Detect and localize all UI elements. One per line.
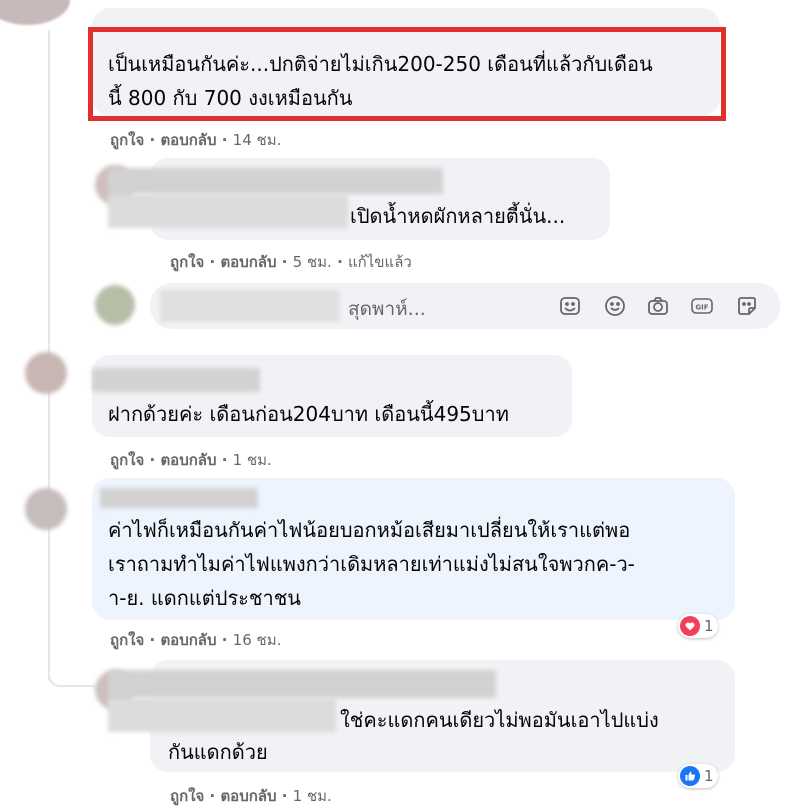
avatar[interactable] bbox=[25, 352, 67, 394]
author-name[interactable] bbox=[108, 670, 496, 698]
thread-curve bbox=[48, 640, 95, 687]
love-icon bbox=[680, 616, 700, 636]
like-link[interactable]: ถูกใจ bbox=[110, 451, 144, 469]
timestamp[interactable]: 5 ชม. bbox=[293, 253, 332, 271]
svg-text:GIF: GIF bbox=[695, 304, 708, 312]
timestamp[interactable]: 1 ชม. bbox=[293, 787, 332, 805]
sticker-icon[interactable] bbox=[558, 294, 582, 318]
separator: · bbox=[221, 131, 233, 149]
author-name[interactable] bbox=[100, 488, 258, 508]
author-name[interactable] bbox=[92, 368, 260, 392]
comment-meta: ถูกใจ · ตอบกลับ · 5 ชม. · แก้ไขแล้ว bbox=[170, 250, 412, 274]
comment-meta: ถูกใจ · ตอบกลับ · 1 ชม. bbox=[170, 784, 332, 808]
author-name-blur bbox=[108, 698, 336, 732]
separator: · bbox=[337, 253, 348, 271]
separator: · bbox=[209, 253, 221, 271]
separator: · bbox=[209, 787, 221, 805]
separator: · bbox=[149, 631, 161, 649]
separator: · bbox=[149, 131, 161, 149]
avatar-sticker-icon[interactable] bbox=[735, 294, 759, 318]
like-icon bbox=[680, 766, 700, 786]
separator: · bbox=[281, 253, 293, 271]
comment-meta: ถูกใจ · ตอบกลับ · 1 ชม. bbox=[110, 448, 272, 472]
like-link[interactable]: ถูกใจ bbox=[110, 131, 144, 149]
author-name-blur bbox=[108, 194, 348, 228]
reply-link[interactable]: ตอบกลับ bbox=[220, 253, 276, 271]
like-link[interactable]: ถูกใจ bbox=[170, 253, 204, 271]
comment-text: กันแดกด้วย bbox=[168, 740, 268, 764]
highlight-box bbox=[88, 27, 726, 121]
emoji-icon[interactable] bbox=[603, 294, 627, 318]
reply-link[interactable]: ตอบกลับ bbox=[160, 631, 216, 649]
separator: · bbox=[281, 787, 293, 805]
reply-link[interactable]: ตอบกลับ bbox=[160, 131, 216, 149]
avatar[interactable] bbox=[0, 0, 70, 25]
comment-meta: ถูกใจ · ตอบกลับ · 16 ชม. bbox=[110, 628, 281, 652]
comment-meta: ถูกใจ · ตอบกลับ · 14 ชม. bbox=[110, 128, 281, 152]
timestamp[interactable]: 1 ชม. bbox=[233, 451, 272, 469]
separator: · bbox=[149, 451, 161, 469]
input-blur bbox=[160, 290, 340, 322]
timestamp[interactable]: 14 ชม. bbox=[233, 131, 282, 149]
gif-icon[interactable]: GIF bbox=[690, 294, 714, 318]
reply-link[interactable]: ตอบกลับ bbox=[160, 451, 216, 469]
separator: · bbox=[221, 451, 233, 469]
like-link[interactable]: ถูกใจ bbox=[110, 631, 144, 649]
comment-text: ฝากด้วยค่ะ เดือนก่อน204บาท เดือนนี้495บา… bbox=[108, 402, 509, 426]
author-name[interactable] bbox=[108, 168, 443, 194]
avatar[interactable] bbox=[25, 488, 67, 530]
comment-text: ใช่คะแดกคนเดียวไม่พอมันเอาไปแบ่ง bbox=[340, 708, 659, 732]
reaction-badge[interactable]: 1 bbox=[678, 614, 718, 638]
camera-icon[interactable] bbox=[646, 294, 670, 318]
comment-text: เราถามทำไมค่าไฟแพงกว่าเดิมหลายเท่าแม่งไม… bbox=[108, 552, 635, 576]
reply-placeholder: สุดพาห์... bbox=[348, 298, 426, 320]
like-link[interactable]: ถูกใจ bbox=[170, 787, 204, 805]
comment-text: ค่าไฟก็เหมือนกันค่าไฟน้อยบอกหม้อเสียมาเป… bbox=[108, 518, 631, 542]
avatar bbox=[95, 285, 135, 325]
comment-text: เปิดน้ำหดผักหลายตี้นั่น... bbox=[350, 204, 566, 228]
comment-text: า-ย. แดกแต่ประชาชน bbox=[108, 586, 301, 610]
timestamp[interactable]: 16 ชม. bbox=[233, 631, 282, 649]
reaction-count: 1 bbox=[704, 617, 714, 635]
separator: · bbox=[221, 631, 233, 649]
reaction-count: 1 bbox=[704, 767, 714, 785]
edited-label[interactable]: แก้ไขแล้ว bbox=[348, 253, 412, 271]
reaction-badge[interactable]: 1 bbox=[678, 764, 718, 788]
reply-link[interactable]: ตอบกลับ bbox=[220, 787, 276, 805]
